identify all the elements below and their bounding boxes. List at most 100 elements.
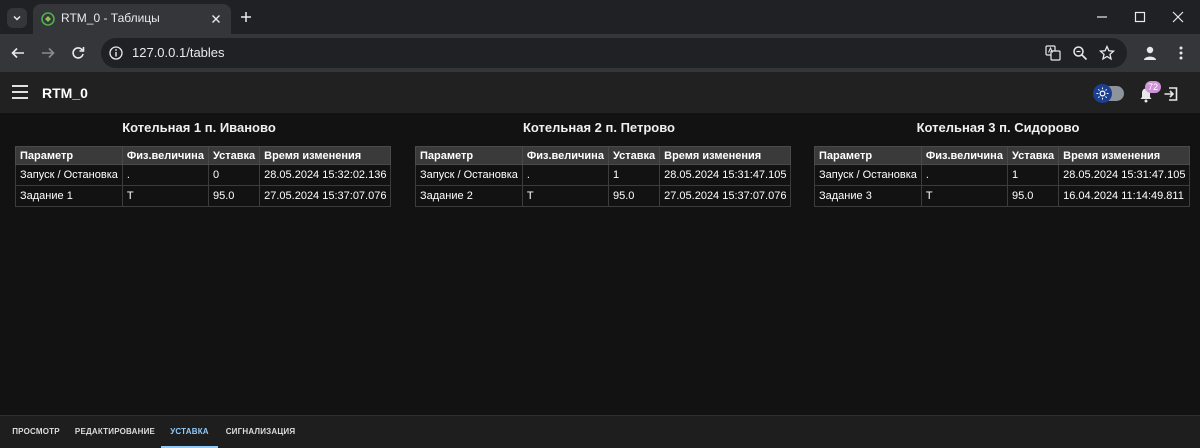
column-header[interactable]: Физ.величина bbox=[121, 146, 209, 165]
close-icon bbox=[1172, 11, 1184, 23]
column-header[interactable]: Параметр bbox=[814, 146, 922, 165]
tab-close-button[interactable] bbox=[209, 12, 223, 26]
app-title: RTM_0 bbox=[42, 85, 88, 101]
table-cell: Запуск / Остановка bbox=[15, 164, 123, 186]
table-cell: 28.05.2024 15:32:02.136 bbox=[259, 164, 392, 186]
table-cell: Задание 1 bbox=[15, 185, 123, 207]
tab-alarms[interactable]: СИГНАЛИЗАЦИЯ bbox=[218, 416, 303, 448]
arrow-right-icon bbox=[42, 47, 55, 59]
url-text[interactable]: 127.0.0.1/tables bbox=[132, 45, 225, 60]
column-header[interactable]: Время изменения bbox=[659, 146, 792, 165]
table-cell: 27.05.2024 15:37:07.076 bbox=[659, 185, 792, 207]
browser-window: RTM_0 - Таблицы 127.0.0.1/tables RTM_0 7… bbox=[0, 0, 1200, 448]
table-panel: Котельная 2 п. Петрово Параметр Физ.величи… bbox=[415, 120, 792, 207]
reload-button[interactable] bbox=[69, 44, 87, 62]
more-vertical-icon bbox=[1179, 46, 1183, 60]
maximize-button[interactable] bbox=[1132, 9, 1148, 25]
table-header-row: Параметр Физ.величина Уставка Время изменен… bbox=[415, 146, 792, 165]
table-cell[interactable]: 95.0 bbox=[207, 185, 261, 207]
tab-setpoint[interactable]: УСТАВКА bbox=[161, 416, 218, 448]
table-title: Котельная 1 п. Иваново bbox=[122, 120, 276, 135]
close-icon bbox=[212, 15, 220, 23]
column-header[interactable]: Уставка bbox=[1006, 146, 1060, 165]
setpoint-table: Параметр Физ.величина Уставка Время изменен… bbox=[814, 146, 1191, 207]
menu-button[interactable] bbox=[12, 85, 28, 99]
logout-icon[interactable] bbox=[1163, 86, 1179, 102]
translate-button[interactable] bbox=[1045, 45, 1061, 61]
minimize-button[interactable] bbox=[1094, 9, 1110, 25]
info-icon[interactable] bbox=[109, 46, 123, 60]
plus-icon bbox=[241, 12, 251, 22]
address-bar[interactable]: 127.0.0.1/tables bbox=[101, 38, 1127, 68]
theme-toggle[interactable] bbox=[1093, 84, 1124, 103]
table-title: Котельная 3 п. Сидорово bbox=[916, 120, 1080, 135]
arrow-left-icon bbox=[11, 47, 24, 59]
column-header[interactable]: Время изменения bbox=[259, 146, 392, 165]
chevron-down-icon bbox=[13, 15, 21, 21]
column-header[interactable]: Физ.величина bbox=[920, 146, 1008, 165]
table-header-row: Параметр Физ.величина Уставка Время изменен… bbox=[814, 146, 1191, 165]
table-row[interactable]: Запуск / Остановка. 1 28.05.2024 15:31:47.… bbox=[814, 164, 1191, 186]
column-header[interactable]: Физ.величина bbox=[521, 146, 609, 165]
table-row[interactable]: Задание 1 T 95.0 27.05.2024 15:37:07.076 bbox=[15, 185, 392, 207]
setpoint-table: Параметр Физ.величина Уставка Время изменен… bbox=[15, 146, 392, 207]
hamburger-icon-line bbox=[12, 97, 28, 99]
sun-icon bbox=[1096, 87, 1109, 100]
theme-toggle-knob[interactable] bbox=[1093, 84, 1112, 103]
table-cell[interactable]: 1 bbox=[607, 164, 661, 186]
table-cell: Запуск / Остановка bbox=[814, 164, 922, 186]
setpoint-table: Параметр Физ.величина Уставка Время изменен… bbox=[415, 146, 792, 207]
table-row[interactable]: Задание 3 T 95.0 16.04.2024 11:14:49.811 bbox=[814, 185, 1191, 207]
browser-toolbar: 127.0.0.1/tables bbox=[0, 34, 1200, 72]
table-panel: Котельная 1 п. Иваново Параметр Физ.величи… bbox=[15, 120, 392, 207]
forward-button[interactable] bbox=[39, 44, 57, 62]
zoom-icon bbox=[1073, 46, 1088, 61]
close-window-button[interactable] bbox=[1170, 9, 1186, 25]
tab-view[interactable]: ПРОСМОТР bbox=[3, 416, 69, 448]
app-favicon-icon bbox=[41, 12, 55, 26]
column-header[interactable]: Уставка bbox=[607, 146, 661, 165]
table-cell: . bbox=[521, 164, 609, 186]
star-icon bbox=[1099, 45, 1115, 61]
reload-icon bbox=[72, 47, 85, 59]
browser-tab[interactable]: RTM_0 - Таблицы bbox=[33, 4, 231, 34]
tab-search-button[interactable] bbox=[7, 8, 27, 28]
column-header[interactable]: Время изменения bbox=[1058, 146, 1191, 165]
table-title: Котельная 2 п. Петрово bbox=[522, 120, 675, 135]
bookmark-button[interactable] bbox=[1099, 45, 1115, 61]
table-cell: . bbox=[121, 164, 209, 186]
tab-edit[interactable]: РЕДАКТИРОВАНИЕ bbox=[69, 416, 161, 448]
hamburger-icon-line bbox=[12, 91, 28, 93]
table-cell[interactable]: 1 bbox=[1006, 164, 1060, 186]
table-cell: 28.05.2024 15:31:47.105 bbox=[1058, 164, 1191, 186]
maximize-icon bbox=[1134, 11, 1146, 23]
hamburger-icon bbox=[12, 85, 28, 87]
bottom-navigation: ПРОСМОТР РЕДАКТИРОВАНИЕ УСТАВКА СИГНАЛИЗ… bbox=[0, 415, 1200, 448]
table-row[interactable]: Задание 2 T 95.0 27.05.2024 15:37:07.076 bbox=[415, 185, 792, 207]
table-cell: Задание 3 bbox=[814, 185, 922, 207]
table-row[interactable]: Запуск / Остановка. 0 28.05.2024 15:32:02.… bbox=[15, 164, 392, 186]
back-button[interactable] bbox=[9, 44, 27, 62]
column-header[interactable]: Параметр bbox=[415, 146, 523, 165]
notification-badge: 72 bbox=[1145, 81, 1161, 93]
tab-strip: RTM_0 - Таблицы bbox=[0, 0, 1200, 34]
table-cell[interactable]: 0 bbox=[207, 164, 261, 186]
column-header[interactable]: Уставка bbox=[207, 146, 261, 165]
table-cell: 27.05.2024 15:37:07.076 bbox=[259, 185, 392, 207]
new-tab-button[interactable] bbox=[237, 8, 255, 26]
translate-icon bbox=[1045, 45, 1061, 61]
table-cell: . bbox=[920, 164, 1008, 186]
column-header[interactable]: Параметр bbox=[15, 146, 123, 165]
person-icon bbox=[1144, 46, 1156, 60]
browser-menu-button[interactable] bbox=[1172, 44, 1190, 62]
table-cell: 16.04.2024 11:14:49.811 bbox=[1058, 185, 1191, 207]
zoom-button[interactable] bbox=[1072, 45, 1088, 61]
table-panel: Котельная 3 п. Сидорово Параметр Физ.велич… bbox=[814, 120, 1191, 207]
table-cell[interactable]: 95.0 bbox=[1006, 185, 1060, 207]
table-header-row: Параметр Физ.величина Уставка Время изменен… bbox=[15, 146, 392, 165]
profile-button[interactable] bbox=[1141, 44, 1159, 62]
table-cell: T bbox=[920, 185, 1008, 207]
table-row[interactable]: Запуск / Остановка. 1 28.05.2024 15:31:47.… bbox=[415, 164, 792, 186]
table-cell[interactable]: 95.0 bbox=[607, 185, 661, 207]
table-cell: 28.05.2024 15:31:47.105 bbox=[659, 164, 792, 186]
